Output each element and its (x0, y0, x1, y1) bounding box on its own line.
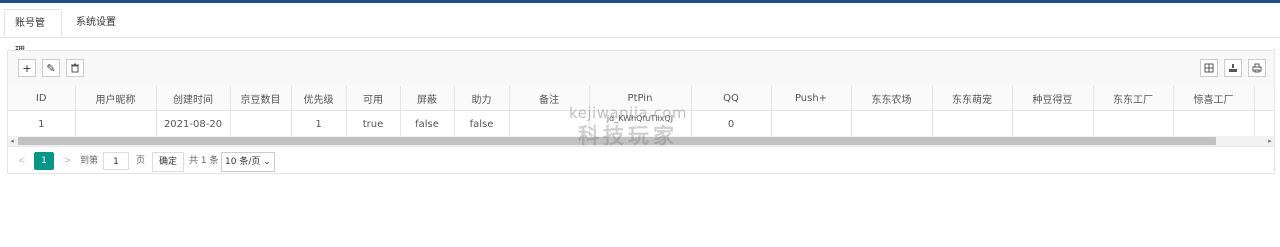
cell-assist: false (454, 110, 510, 136)
add-button[interactable]: + (18, 59, 36, 77)
prev-page-button[interactable]: < (18, 152, 26, 170)
total-count: 共 1 条 (189, 156, 219, 166)
cell-factory (1093, 110, 1174, 136)
col-header-assist[interactable]: 助力 (454, 86, 510, 111)
account-table: ID 用户昵称 创建时间 京豆数目 优先级 可用 屏蔽 助力 备注 PtPin … (8, 86, 1274, 136)
col-header-available[interactable]: 可用 (346, 86, 401, 111)
col-header-qq[interactable]: QQ (691, 86, 772, 111)
cell-created: 2021-08-20 (156, 110, 231, 136)
horizontal-scrollbar[interactable]: ◂ ▸ (8, 136, 1274, 147)
export-icon (1229, 64, 1237, 72)
col-header-nickname[interactable]: 用户昵称 (75, 86, 157, 111)
current-page[interactable]: 1 (34, 152, 54, 170)
confirm-button[interactable]: 确定 (152, 152, 185, 172)
col-header-pushplus[interactable]: Push+ (771, 86, 852, 111)
print-button[interactable] (1248, 59, 1266, 77)
col-header-note[interactable]: 备注 (509, 86, 590, 111)
cell-dream-factory (1173, 110, 1255, 136)
columns-button[interactable] (1200, 59, 1218, 77)
chevron-down-icon: ⌄ (263, 157, 271, 167)
account-table-panel: + ✎ ID 用户昵称 创建时间 京豆数目 优先级 可用 屏蔽 助力 备注 Pt… (7, 50, 1275, 174)
col-header-priority[interactable]: 优先级 (291, 86, 347, 111)
delete-icon (71, 63, 79, 73)
scroll-left-icon[interactable]: ◂ (8, 136, 16, 146)
cell-ptpin: jd_KWhQfuTlixQJ (589, 110, 692, 136)
col-header-blocked[interactable]: 屏蔽 (400, 86, 455, 111)
add-icon: + (22, 61, 32, 75)
cell-plant-bean (1012, 110, 1094, 136)
goto-label: 到第 (80, 156, 99, 166)
col-header-pet[interactable]: 东东萌宠 (932, 86, 1013, 111)
table-header-row: ID 用户昵称 创建时间 京豆数目 优先级 可用 屏蔽 助力 备注 PtPin … (8, 86, 1274, 111)
cell-farm (851, 110, 933, 136)
pagination: < 1 > 到第 1 页 确定 共 1 条 10 条/页 ⌄ (8, 147, 1274, 175)
cell-pushplus (771, 110, 852, 136)
table-row[interactable]: 1 2021-08-20 1 true false false jd_KWhQf… (8, 110, 1274, 136)
cell-beans (230, 110, 292, 136)
tab-system-settings[interactable]: 系统设置 (66, 9, 126, 37)
cell-pet (932, 110, 1013, 136)
col-header-beans[interactable]: 京豆数目 (230, 86, 292, 111)
col-header-farm[interactable]: 东东农场 (851, 86, 933, 111)
scrollbar-thumb[interactable] (18, 137, 1216, 145)
columns-icon (1204, 63, 1214, 73)
edit-icon: ✎ (46, 61, 56, 75)
cell-partial (1254, 110, 1274, 136)
table-toolbar: + ✎ (8, 51, 1274, 87)
page-size-select[interactable]: 10 条/页 ⌄ (221, 152, 275, 172)
next-page-button[interactable]: > (64, 152, 72, 170)
cell-qq: 0 (691, 110, 772, 136)
tab-bar: 账号管理 系统设置 (0, 3, 1280, 57)
cell-available: true (346, 110, 401, 136)
col-header-plant-bean[interactable]: 种豆得豆 (1012, 86, 1094, 111)
goto-page-input[interactable]: 1 (103, 152, 129, 170)
cell-nickname (75, 110, 157, 136)
page-label: 页 (136, 156, 146, 166)
data-grid: ID 用户昵称 创建时间 京豆数目 优先级 可用 屏蔽 助力 备注 PtPin … (8, 86, 1274, 136)
col-header-partial[interactable]: 金 (1254, 86, 1274, 111)
delete-button[interactable] (66, 59, 84, 77)
export-button[interactable] (1224, 59, 1242, 77)
scroll-right-icon[interactable]: ▸ (1266, 136, 1274, 146)
page-size-value: 10 条/页 (225, 157, 261, 167)
cell-id: 1 (8, 110, 76, 136)
cell-priority: 1 (291, 110, 347, 136)
col-header-id[interactable]: ID (8, 86, 76, 111)
print-icon (1252, 63, 1262, 73)
cell-blocked: false (400, 110, 455, 136)
col-header-ptpin[interactable]: PtPin (589, 86, 692, 111)
col-header-factory[interactable]: 东东工厂 (1093, 86, 1174, 111)
col-header-created[interactable]: 创建时间 (156, 86, 231, 111)
col-header-dream-factory[interactable]: 惊喜工厂 (1173, 86, 1255, 111)
edit-button[interactable]: ✎ (42, 59, 60, 77)
tab-account-management[interactable]: 账号管理 (4, 9, 62, 57)
cell-note (509, 110, 590, 136)
